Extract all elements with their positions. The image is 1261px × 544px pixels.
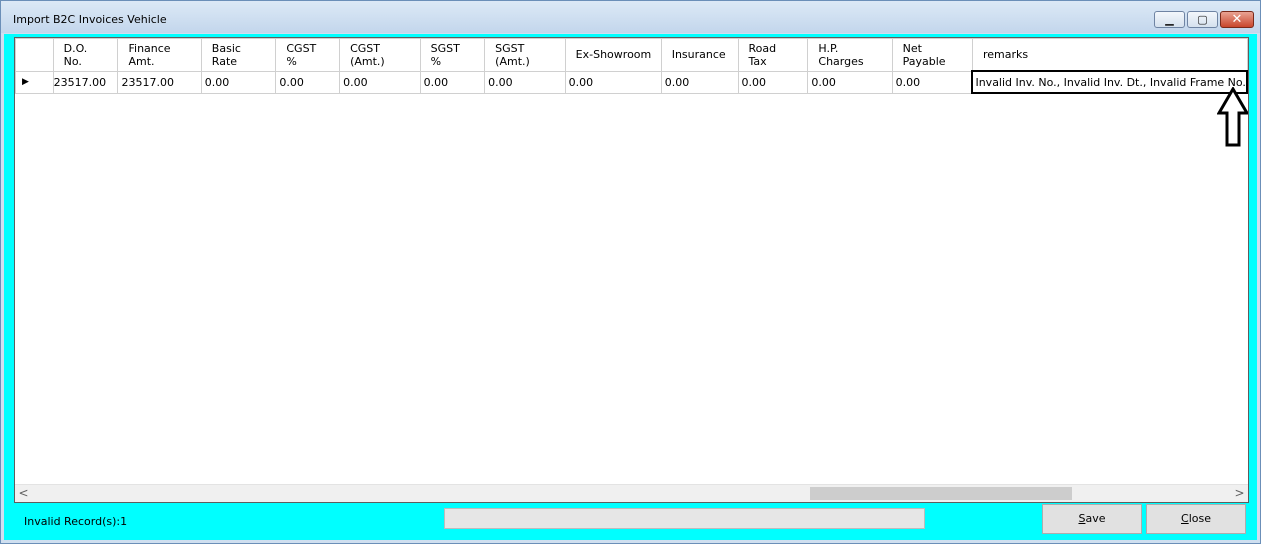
scroll-left-icon[interactable]: < xyxy=(15,485,32,502)
row-header[interactable]: ▶ xyxy=(15,70,54,94)
cell-insurance[interactable]: 0.00 xyxy=(660,70,739,94)
title-bar[interactable]: Import B2C Invoices Vehicle ▁ ▢ ✕ xyxy=(1,1,1260,33)
column-header-ex-showroom[interactable]: Ex-Showroom xyxy=(564,38,662,72)
maximize-icon: ▢ xyxy=(1197,13,1208,26)
grid-corner[interactable] xyxy=(15,38,54,72)
scroll-right-icon[interactable]: > xyxy=(1231,485,1248,502)
column-header-cgst-amt[interactable]: CGST (Amt.) xyxy=(339,38,421,72)
client-area: D.O. No. Finance Amt. Basic Rate CGST % … xyxy=(4,34,1257,540)
close-label: lose xyxy=(1188,512,1211,525)
invoice-grid[interactable]: D.O. No. Finance Amt. Basic Rate CGST % … xyxy=(14,37,1249,503)
cell-finance-amt[interactable]: 23517.00 xyxy=(117,70,202,94)
horizontal-scrollbar[interactable]: < > xyxy=(15,484,1248,502)
column-header-basic-rate[interactable]: Basic Rate xyxy=(200,38,277,72)
scroll-thumb[interactable] xyxy=(810,487,1072,500)
column-header-net-payable[interactable]: Net Payable xyxy=(891,38,973,72)
save-label: ave xyxy=(1085,512,1106,525)
column-header-cgst-percent[interactable]: CGST % xyxy=(275,38,341,72)
cell-hp-charges[interactable]: 0.00 xyxy=(807,70,893,94)
column-header-hp-charges[interactable]: H.P. Charges xyxy=(807,38,893,72)
column-header-finance-amt[interactable]: Finance Amt. xyxy=(117,38,202,72)
cell-net-payable[interactable]: 0.00 xyxy=(891,70,973,94)
cell-sgst-amt[interactable]: 0.00 xyxy=(484,70,566,94)
column-header-insurance[interactable]: Insurance xyxy=(660,38,739,72)
header-row: D.O. No. Finance Amt. Basic Rate CGST % … xyxy=(15,38,1248,72)
cell-road-tax[interactable]: 0.00 xyxy=(737,70,809,94)
cell-cgst-amt[interactable]: 0.00 xyxy=(339,70,421,94)
minimize-icon: ▁ xyxy=(1165,13,1174,26)
import-window: Import B2C Invoices Vehicle ▁ ▢ ✕ D.O. N… xyxy=(0,0,1261,544)
cell-ex-showroom[interactable]: 0.00 xyxy=(564,70,662,94)
save-button[interactable]: Save xyxy=(1042,504,1142,534)
close-button[interactable]: Close xyxy=(1146,504,1246,534)
progress-bar xyxy=(444,508,925,529)
cell-remarks[interactable]: Invalid Inv. No., Invalid Inv. Dt., Inva… xyxy=(971,70,1248,94)
window-title: Import B2C Invoices Vehicle xyxy=(13,13,167,26)
grid-table: D.O. No. Finance Amt. Basic Rate CGST % … xyxy=(15,38,1248,94)
cell-basic-rate[interactable]: 0.00 xyxy=(200,70,277,94)
current-row-icon: ▶ xyxy=(22,77,29,87)
column-header-do-no[interactable]: D.O. No. xyxy=(52,38,119,72)
window-close-button[interactable]: ✕ xyxy=(1220,11,1254,28)
close-mnemonic: C xyxy=(1181,512,1189,525)
column-header-remarks[interactable]: remarks xyxy=(971,38,1248,72)
up-arrow-icon xyxy=(1217,87,1248,147)
cell-sgst-percent[interactable]: 0.00 xyxy=(419,70,486,94)
cell-cgst-percent[interactable]: 0.00 xyxy=(275,70,341,94)
table-row[interactable]: ▶ 23517.00 23517.00 0.00 0.00 0.00 0.00 … xyxy=(15,70,1248,94)
status-label: Invalid Record(s):1 xyxy=(24,515,128,528)
column-header-road-tax[interactable]: Road Tax xyxy=(737,38,809,72)
maximize-button[interactable]: ▢ xyxy=(1187,11,1218,28)
column-header-sgst-amt[interactable]: SGST (Amt.) xyxy=(484,38,566,72)
column-header-sgst-percent[interactable]: SGST % xyxy=(419,38,486,72)
minimize-button[interactable]: ▁ xyxy=(1154,11,1185,28)
close-icon: ✕ xyxy=(1231,12,1243,27)
cell-do-no[interactable]: 23517.00 xyxy=(52,70,119,94)
